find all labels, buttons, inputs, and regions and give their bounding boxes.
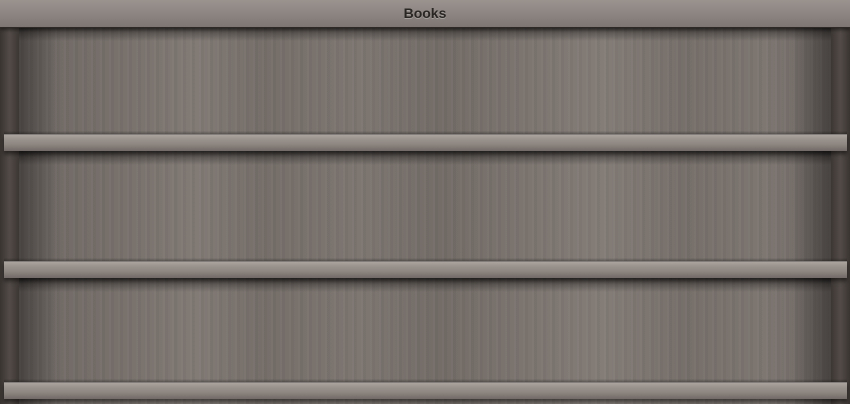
shelf-board-3 bbox=[4, 379, 847, 399]
bookcase-right-frame bbox=[831, 27, 850, 404]
shelf-compartment-2 bbox=[19, 151, 831, 261]
compartment-shadow bbox=[19, 151, 831, 165]
compartment-shadow bbox=[19, 278, 831, 292]
title-bar: Books bbox=[0, 0, 850, 28]
shelf-board-1 bbox=[4, 131, 847, 151]
window-title: Books bbox=[403, 5, 447, 21]
bookcase-left-frame bbox=[0, 27, 19, 404]
shelf-board-2 bbox=[4, 258, 847, 278]
compartment-shadow bbox=[19, 27, 831, 41]
shelf-compartment-3 bbox=[19, 278, 831, 382]
shelf-compartment-1 bbox=[19, 27, 831, 134]
bookshelf-window: Books bbox=[0, 0, 850, 404]
bookcase-back-wall bbox=[19, 27, 831, 404]
